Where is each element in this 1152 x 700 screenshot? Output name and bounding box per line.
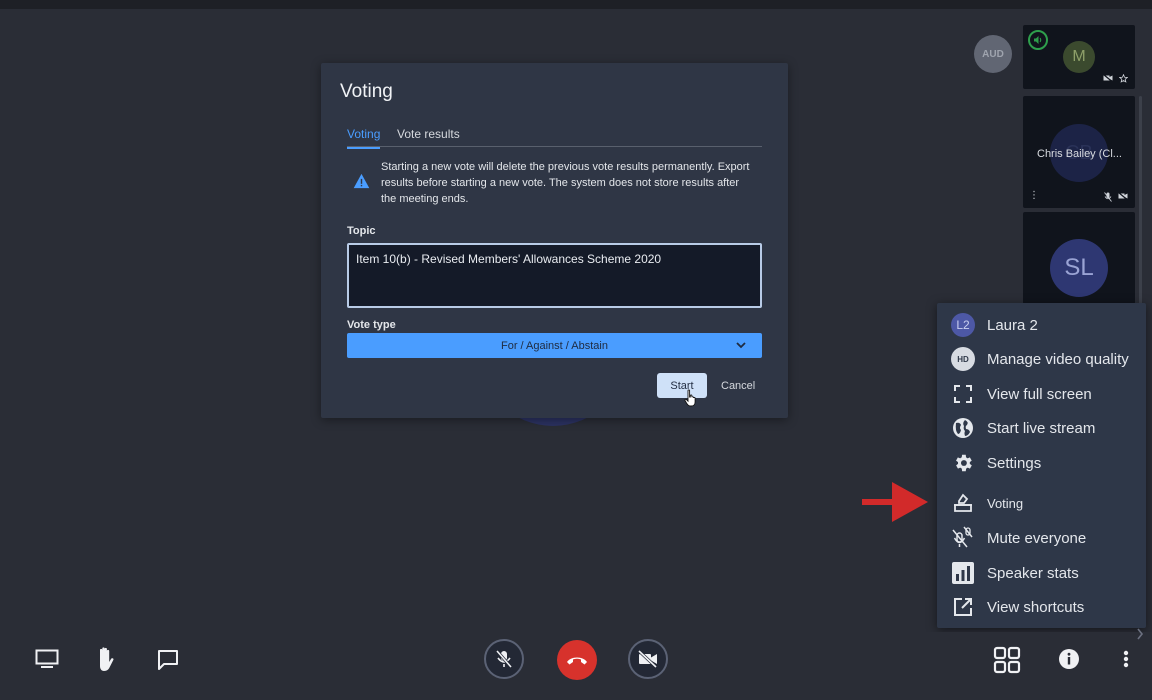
topic-input[interactable]: Item 10(b) - Revised Members' Allowances… xyxy=(347,243,762,308)
participant-tile[interactable]: CB Chris Bailey (Cl... ⋮ xyxy=(1023,96,1135,208)
speaking-indicator-icon xyxy=(1028,30,1048,50)
globe-icon xyxy=(953,418,973,438)
bottom-toolbar xyxy=(0,632,1152,700)
info-button[interactable] xyxy=(1058,648,1080,670)
chevron-right-icon[interactable] xyxy=(1136,628,1144,640)
fullscreen-icon xyxy=(954,385,972,403)
microphone-button[interactable] xyxy=(484,639,524,679)
tile-view-button[interactable] xyxy=(992,645,1022,675)
top-bar xyxy=(0,0,1152,9)
camera-off-icon xyxy=(1118,192,1128,200)
participant-tile[interactable]: M xyxy=(1023,25,1135,89)
menu-item-label: View shortcuts xyxy=(987,599,1085,616)
vote-type-select[interactable]: For / Against / Abstain xyxy=(347,333,762,358)
speaker-icon xyxy=(1034,36,1042,44)
camera-off-icon xyxy=(637,650,658,668)
menu-item-label: Settings xyxy=(987,455,1042,472)
chat-icon xyxy=(158,650,178,670)
hang-up-button[interactable] xyxy=(557,640,597,680)
more-options-button[interactable] xyxy=(1118,648,1134,670)
audience-avatar[interactable]: AUD xyxy=(974,35,1012,73)
tiles-scrollbar[interactable] xyxy=(1139,96,1142,306)
menu-item-label: Speaker stats xyxy=(987,565,1079,582)
menu-item-view-shortcuts[interactable]: View shortcuts xyxy=(937,590,1146,624)
menu-item-label: Voting xyxy=(987,496,1024,511)
chat-button[interactable] xyxy=(156,648,180,672)
ballot-icon xyxy=(954,493,972,512)
warning-message: Starting a new vote will delete the prev… xyxy=(381,161,750,205)
cancel-button[interactable]: Cancel xyxy=(721,380,755,392)
chevron-down-icon xyxy=(736,342,746,349)
menu-item-speaker-stats[interactable]: Speaker stats xyxy=(937,556,1146,590)
dialog-tabs: Voting Vote results xyxy=(347,126,762,149)
monitor-icon xyxy=(35,649,59,668)
share-screen-button[interactable] xyxy=(34,648,60,670)
vote-type-value: For / Against / Abstain xyxy=(500,339,608,352)
gear-icon xyxy=(956,454,972,472)
menu-item-label: Manage video quality xyxy=(987,351,1129,368)
menu-item-settings[interactable]: Settings xyxy=(937,446,1146,480)
annotation-arrow-icon xyxy=(862,482,928,522)
star-icon xyxy=(1119,74,1128,83)
tab-vote-results[interactable]: Vote results xyxy=(397,127,460,147)
camera-off-icon xyxy=(1103,74,1113,82)
hd-icon: HD xyxy=(951,347,975,371)
participant-name: Chris Bailey (Cl... xyxy=(1037,148,1122,160)
menu-item-manage-video-quality[interactable]: HD Manage video quality xyxy=(937,342,1146,376)
tab-voting[interactable]: Voting xyxy=(347,127,381,149)
open-external-icon xyxy=(954,598,972,616)
avatar: M xyxy=(1063,41,1095,73)
mic-off-icon xyxy=(952,526,973,548)
more-vert-icon[interactable]: ⋮ xyxy=(1029,191,1039,201)
raise-hand-icon xyxy=(100,647,114,671)
camera-button[interactable] xyxy=(628,639,668,679)
voting-dialog: Voting Voting Vote results Starting a ne… xyxy=(321,63,788,418)
tile-status-icons xyxy=(1103,74,1128,83)
menu-item-profile[interactable]: L2 Laura 2 xyxy=(937,308,1146,342)
participant-tile[interactable]: SL xyxy=(1023,212,1135,304)
raise-hand-button[interactable] xyxy=(94,646,118,672)
info-icon xyxy=(1059,649,1079,669)
phone-hangup-icon xyxy=(567,657,587,665)
start-button[interactable]: Start xyxy=(657,373,707,398)
bar-chart-icon xyxy=(952,562,974,584)
hand-cursor-icon xyxy=(684,389,696,407)
topic-label: Topic xyxy=(347,225,376,237)
menu-item-full-screen[interactable]: View full screen xyxy=(937,377,1146,411)
overflow-menu: L2 Laura 2 HD Manage video quality View … xyxy=(937,303,1146,628)
mic-off-icon xyxy=(495,650,513,668)
menu-item-label: Laura 2 xyxy=(987,317,1038,334)
more-vert-icon xyxy=(1123,650,1129,668)
dialog-title: Voting xyxy=(340,81,393,102)
menu-item-live-stream[interactable]: Start live stream xyxy=(937,411,1146,445)
avatar-badge: L2 xyxy=(951,313,975,337)
mic-off-icon xyxy=(1104,192,1112,202)
warning-icon xyxy=(353,173,370,189)
tile-status-icons xyxy=(1104,192,1128,202)
grid-icon xyxy=(993,646,1021,674)
vote-type-label: Vote type xyxy=(347,319,396,331)
menu-item-mute-everyone[interactable]: Mute everyone xyxy=(937,521,1146,555)
menu-item-voting[interactable]: Voting xyxy=(937,485,1146,519)
menu-item-label: Mute everyone xyxy=(987,530,1087,547)
menu-item-label: View full screen xyxy=(987,386,1092,403)
menu-item-label: Start live stream xyxy=(987,420,1096,437)
avatar: SL xyxy=(1050,239,1108,297)
